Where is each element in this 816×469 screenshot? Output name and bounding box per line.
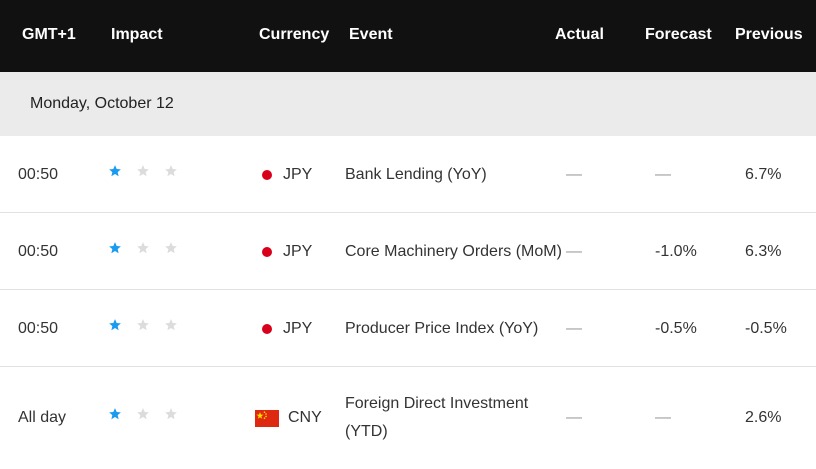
- event-header: Event: [349, 26, 393, 43]
- event-time: 00:50: [18, 320, 59, 337]
- previous-value: -0.5%: [745, 320, 787, 337]
- forecast-value: —: [655, 166, 671, 183]
- previous-value: 6.3%: [745, 243, 782, 260]
- star-empty-icon: [137, 408, 149, 420]
- actual-value: —: [566, 320, 582, 337]
- event-name[interactable]: Core Machinery Orders (MoM): [345, 242, 562, 262]
- jp-flag-icon: [262, 324, 272, 334]
- currency-cell: CNY: [255, 408, 322, 428]
- forecast-header: Forecast: [645, 26, 712, 43]
- day-group-header: Monday, October 12: [0, 72, 816, 136]
- currency-code: JPY: [283, 166, 313, 183]
- star-empty-icon: [137, 165, 149, 177]
- timezone-header[interactable]: GMT+1: [22, 25, 76, 45]
- previous-value: 2.6%: [745, 409, 782, 426]
- event-time: 00:50: [18, 166, 59, 183]
- actual-value: —: [566, 409, 582, 426]
- impact-stars: [108, 164, 178, 178]
- star-filled-icon: [109, 319, 121, 331]
- actual-value: —: [566, 243, 582, 260]
- currency-code: CNY: [288, 409, 322, 426]
- star-empty-icon: [165, 319, 177, 331]
- event-time: 00:50: [18, 243, 59, 260]
- event-name[interactable]: Producer Price Index (YoY): [345, 319, 538, 339]
- actual-value: —: [566, 166, 582, 183]
- jp-flag-icon: [262, 170, 272, 180]
- star-empty-icon: [137, 319, 149, 331]
- event-name[interactable]: Foreign Direct Investment (YTD): [345, 390, 555, 446]
- currency-header: Currency: [259, 26, 330, 43]
- table-row[interactable]: All day CNY Foreign Direct Investment (Y…: [0, 367, 816, 469]
- table-row[interactable]: 00:50 JPY Core Machinery Orders (MoM) — …: [0, 213, 816, 290]
- day-label: Monday, October 12: [30, 95, 174, 112]
- event-time: All day: [18, 409, 67, 426]
- impact-stars: [108, 318, 178, 332]
- star-filled-icon: [109, 408, 121, 420]
- star-filled-icon: [109, 242, 121, 254]
- star-filled-icon: [109, 165, 121, 177]
- previous-value: 6.7%: [745, 166, 782, 183]
- star-empty-icon: [137, 242, 149, 254]
- currency-code: JPY: [283, 243, 313, 260]
- jp-flag-icon: [262, 247, 272, 257]
- forecast-value: —: [655, 409, 671, 426]
- currency-cell: JPY: [260, 319, 312, 339]
- previous-header: Previous: [735, 26, 803, 43]
- forecast-value: -1.0%: [655, 243, 697, 260]
- impact-stars: [108, 407, 178, 421]
- table-row[interactable]: 00:50 JPY Bank Lending (YoY) — — 6.7%: [0, 136, 816, 213]
- currency-cell: JPY: [260, 242, 312, 262]
- star-empty-icon: [165, 242, 177, 254]
- actual-header: Actual: [555, 26, 604, 43]
- cn-flag-icon: [255, 409, 279, 427]
- currency-cell: JPY: [260, 165, 312, 185]
- impact-stars: [108, 241, 178, 255]
- currency-code: JPY: [283, 320, 313, 337]
- star-empty-icon: [165, 408, 177, 420]
- impact-header: Impact: [111, 26, 163, 43]
- calendar-header: GMT+1 Impact Currency Event Actual Forec…: [0, 0, 816, 72]
- star-empty-icon: [165, 165, 177, 177]
- table-row[interactable]: 00:50 JPY Producer Price Index (YoY) — -…: [0, 290, 816, 367]
- forecast-value: -0.5%: [655, 320, 697, 337]
- event-name[interactable]: Bank Lending (YoY): [345, 165, 487, 185]
